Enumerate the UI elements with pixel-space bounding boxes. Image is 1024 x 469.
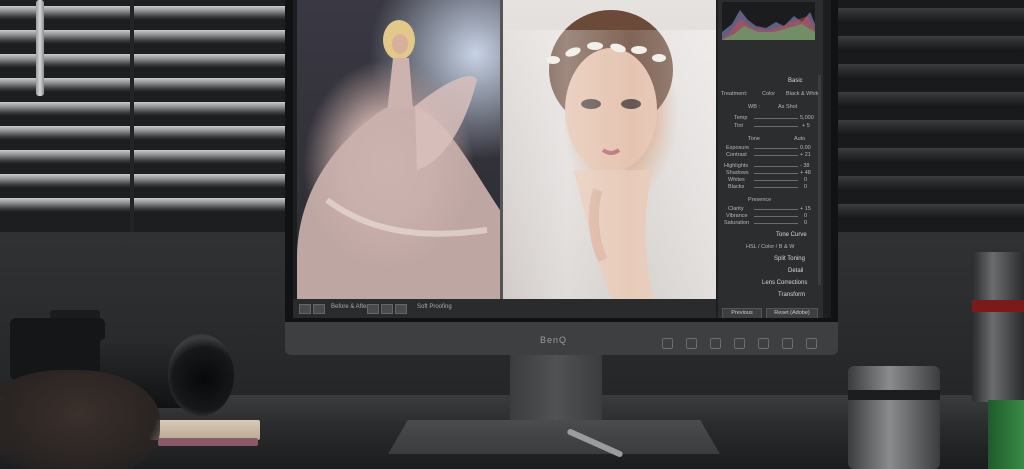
reset-button[interactable]: Reset (Adobe) (766, 308, 818, 318)
contrast-label: Contrast (726, 152, 747, 158)
soft-proofing-checkbox[interactable]: Soft Proofing (417, 304, 452, 310)
exposure-value: 0.00 (800, 145, 811, 151)
shadows-label: Shadows (726, 170, 749, 176)
section-transform[interactable]: Transform (778, 292, 805, 298)
lens-right-short (848, 366, 940, 469)
highlights-label: Highlights (724, 163, 749, 169)
clarity-value: + 15 (800, 206, 811, 212)
swap-button[interactable] (367, 304, 379, 314)
blind-cord (36, 0, 44, 96)
notebook (150, 420, 260, 440)
saturation-label: Saturation (724, 220, 750, 226)
blacks-label: Blacks (728, 184, 745, 190)
tint-slider[interactable] (754, 126, 798, 127)
highlights-value: - 38 (800, 163, 810, 169)
vibrance-value: 0 (804, 213, 808, 219)
section-hsl[interactable]: HSL / Color / B & W (746, 244, 794, 250)
monitor-brand-logo: BenQ (540, 335, 568, 345)
tint-value: + 5 (802, 123, 810, 129)
clarity-slider[interactable] (754, 209, 798, 210)
previous-button[interactable]: Previous (722, 308, 762, 318)
wb-select[interactable]: As Shot (778, 104, 797, 110)
treatment-bw-option[interactable]: Black & White (786, 91, 820, 97)
lens-red-band (972, 300, 1024, 312)
dancer-silhouette (297, 20, 500, 299)
contrast-slider[interactable] (754, 155, 798, 156)
notebook-cover (158, 438, 258, 446)
copy-after-button[interactable] (395, 304, 407, 314)
lens-ring (848, 390, 940, 400)
shadows-value: + 48 (800, 170, 811, 176)
loupe-view-button[interactable] (299, 304, 311, 314)
saturation-value: 0 (804, 220, 808, 226)
wb-label: WB : (748, 104, 760, 110)
lens-right-tall (972, 252, 1024, 402)
photo-scene: BenQ Before & After: Soft Proofing Basi… (0, 0, 1024, 469)
photo-before (297, 0, 500, 299)
monitor-button[interactable] (734, 338, 745, 349)
photo-after (503, 0, 716, 299)
monitor-button[interactable] (686, 338, 697, 349)
loupe-toolbar: Before & After : Soft Proofing (293, 299, 716, 318)
temp-slider[interactable] (754, 118, 798, 119)
whites-label: Whites (728, 177, 745, 183)
monitor-power-button[interactable] (806, 338, 817, 349)
monitor-button[interactable] (782, 338, 793, 349)
before-after-view-button[interactable] (313, 304, 325, 314)
monitor-screen: Before & After : Soft Proofing Basic Tre… (293, 0, 831, 318)
treatment-color-option[interactable]: Color (762, 91, 775, 97)
presence-label: Presence (748, 197, 772, 203)
tone-auto-button[interactable]: Auto (794, 136, 805, 142)
exposure-label: Exposure (726, 145, 750, 151)
vibrance-slider[interactable] (754, 216, 798, 217)
vibrance-label: Vibrance (726, 213, 748, 219)
window-blinds-left (0, 0, 288, 232)
develop-panel: Basic Treatment: Color Black & White WB … (718, 0, 823, 318)
blacks-slider[interactable] (754, 187, 798, 188)
window-blinds-right (836, 0, 1024, 232)
section-split-toning[interactable]: Split Toning (774, 256, 805, 262)
veil-overlay (503, 30, 716, 299)
lens-front-glass (168, 334, 234, 416)
treatment-label: Treatment: (721, 91, 748, 97)
monitor-stand (510, 355, 602, 427)
shadows-slider[interactable] (754, 173, 798, 174)
basic-panel-title[interactable]: Basic (788, 78, 803, 84)
monitor-button[interactable] (662, 338, 673, 349)
histogram (722, 2, 815, 40)
before-after-label: Before & After : (331, 304, 372, 310)
section-lens-corrections[interactable]: Lens Corrections (762, 280, 807, 286)
temp-value: 5,000 (800, 115, 814, 121)
whites-value: 0 (804, 177, 808, 183)
saturation-slider[interactable] (754, 223, 798, 224)
tone-label: Tone (748, 136, 760, 142)
foreground-blur (0, 370, 160, 469)
tint-label: Tint (734, 123, 743, 129)
exposure-slider[interactable] (754, 148, 798, 149)
leaf-crown (546, 42, 666, 64)
green-box (988, 400, 1024, 469)
copy-before-button[interactable] (381, 304, 393, 314)
monitor-button[interactable] (710, 338, 721, 349)
highlights-slider[interactable] (754, 166, 798, 167)
whites-slider[interactable] (754, 180, 798, 181)
temp-label: Temp (734, 115, 748, 121)
contrast-value: + 21 (800, 152, 811, 158)
monitor-button[interactable] (758, 338, 769, 349)
section-tone-curve[interactable]: Tone Curve (776, 232, 807, 238)
clarity-label: Clarity (728, 206, 744, 212)
section-detail[interactable]: Detail (788, 268, 803, 274)
monitor-stand-base (388, 420, 720, 454)
blacks-value: 0 (804, 184, 808, 190)
panel-scrollbar[interactable] (818, 75, 821, 285)
